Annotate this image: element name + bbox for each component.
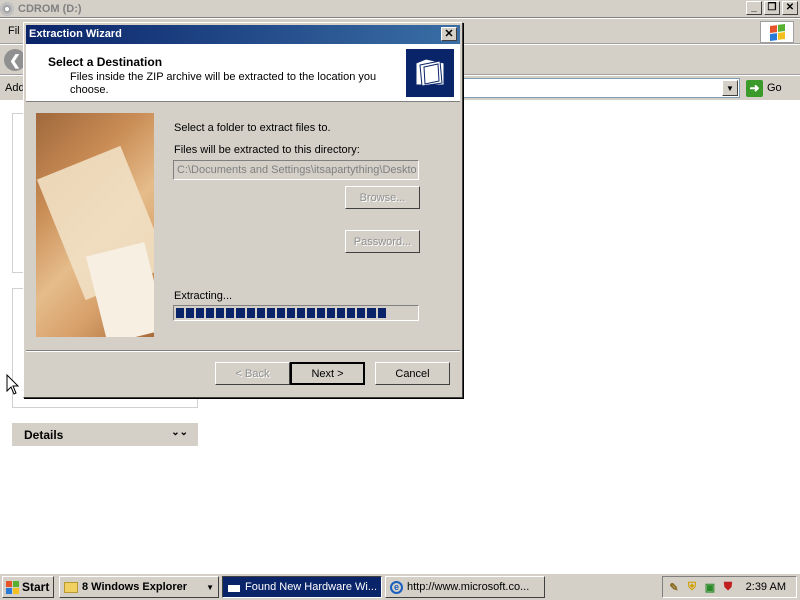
progress-block [307, 308, 316, 318]
header-title: Select a Destination [48, 55, 163, 69]
window-icon [227, 581, 241, 593]
go-label: Go [767, 82, 782, 94]
progress-block [206, 308, 215, 318]
details-header[interactable]: Details ⌄⌄ [12, 423, 198, 446]
progress-fill [176, 308, 416, 318]
antivirus-shield-icon[interactable]: ⛊ [721, 580, 735, 594]
progress-block [276, 308, 285, 318]
progress-block [317, 308, 326, 318]
taskbar-item-label: 8 Windows Explorer [82, 581, 188, 593]
network-icon[interactable]: ▣ [703, 580, 717, 594]
taskbar: Start 8 Windows Explorer ▼ Found New Har… [0, 573, 800, 600]
address-input[interactable]: ▼ [440, 78, 740, 98]
progress-block [246, 308, 255, 318]
progress-block [256, 308, 265, 318]
taskbar-item-label: Found New Hardware Wi... [245, 581, 378, 593]
directory-label: Files will be extracted to this director… [174, 144, 360, 156]
internet-explorer-icon: e [390, 580, 403, 594]
progress-block [296, 308, 306, 318]
dialog-title: Extraction Wizard [29, 28, 122, 40]
progress-block [337, 308, 346, 318]
address-label: Add [5, 82, 25, 94]
back-button[interactable]: < Back [215, 362, 290, 385]
close-icon[interactable]: ✕ [441, 27, 457, 41]
progress-block [367, 308, 376, 318]
progress-block [176, 308, 185, 318]
explorer-window-controls: _ ❐ ✕ [746, 1, 798, 15]
progress-block [186, 308, 195, 318]
minimize-icon[interactable]: _ [746, 1, 762, 15]
system-tray: ✎ ⛨ ▣ ⛊ 2:39 AM [662, 576, 797, 598]
instruction-text: Select a folder to extract files to. [174, 122, 331, 134]
clock: 2:39 AM [745, 581, 786, 593]
progress-block [377, 308, 386, 318]
progress-bar [173, 305, 419, 321]
progress-block [226, 308, 235, 318]
progress-block [388, 308, 396, 318]
directory-field[interactable]: C:\Documents and Settings\itsapartything… [173, 160, 419, 180]
dialog-header: Select a Destination Files inside the ZI… [26, 44, 460, 102]
explorer-title: CDROM (D:) [0, 2, 82, 16]
taskbar-item-internet-explorer[interactable]: e http://www.microsoft.co... [385, 576, 545, 598]
progress-block [327, 308, 336, 318]
dialog-titlebar: Extraction Wizard ✕ [26, 25, 460, 44]
dialog-separator [26, 350, 460, 352]
extraction-wizard-dialog: Extraction Wizard ✕ Select a Destination… [23, 22, 463, 398]
password-button[interactable]: Password... [345, 230, 420, 253]
progress-block [347, 308, 356, 318]
progress-block [408, 308, 416, 318]
folder-zip-icon [406, 49, 454, 97]
header-subtitle: Files inside the ZIP archive will be ext… [70, 71, 377, 96]
windows-logo-icon [6, 580, 19, 594]
menu-file[interactable]: Fil [8, 25, 20, 37]
close-icon[interactable]: ✕ [782, 1, 798, 15]
security-shield-icon[interactable]: ⛨ [685, 580, 699, 594]
progress-block [286, 308, 295, 318]
tools-icon[interactable]: ✎ [667, 580, 681, 594]
browse-button[interactable]: Browse... [345, 186, 420, 209]
explorer-titlebar: CDROM (D:) _ ❐ ✕ [0, 0, 800, 18]
go-button[interactable]: ➜ Go [746, 78, 782, 98]
progress-block [216, 308, 225, 318]
windows-logo-icon [760, 21, 794, 43]
taskbar-item-label: http://www.microsoft.co... [407, 581, 530, 593]
extracting-label: Extracting... [174, 290, 233, 302]
chevron-down-icon[interactable]: ▼ [722, 80, 738, 96]
restore-icon[interactable]: ❐ [764, 1, 780, 15]
start-button[interactable]: Start [2, 576, 54, 598]
folder-icon [64, 581, 78, 593]
progress-block [196, 308, 205, 318]
go-arrow-icon: ➜ [746, 79, 763, 97]
details-label: Details [24, 427, 64, 442]
progress-block [398, 308, 406, 318]
wizard-side-image [36, 113, 154, 337]
chevron-down-icon[interactable]: ⌄⌄ [171, 427, 188, 438]
start-label: Start [22, 580, 50, 594]
progress-block [266, 308, 275, 318]
explorer-title-text: CDROM (D:) [18, 3, 82, 15]
taskbar-item-found-new-hardware[interactable]: Found New Hardware Wi... [222, 576, 382, 598]
chevron-down-icon: ▼ [206, 582, 214, 592]
next-button[interactable]: Next > [290, 362, 365, 385]
progress-block [357, 308, 366, 318]
cdrom-icon [0, 2, 14, 16]
taskbar-item-windows-explorer[interactable]: 8 Windows Explorer ▼ [59, 576, 219, 598]
cancel-button[interactable]: Cancel [375, 362, 450, 385]
progress-block [236, 308, 245, 318]
mouse-cursor-icon [6, 373, 20, 399]
